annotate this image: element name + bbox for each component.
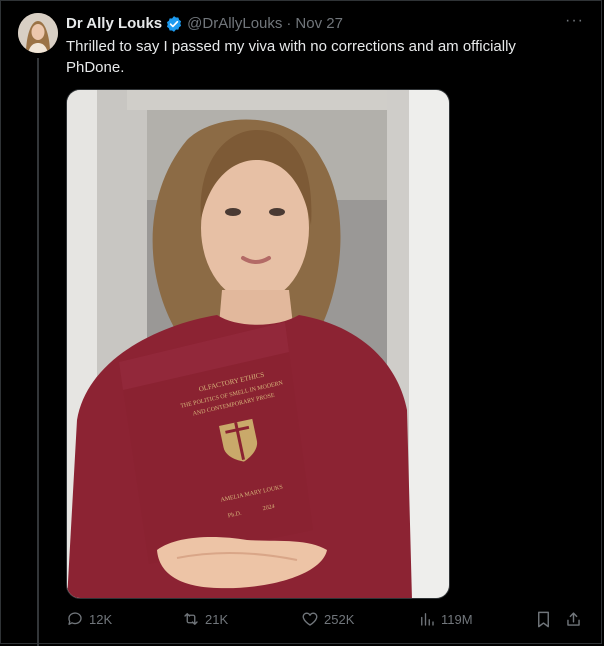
views-icon [421, 613, 434, 626]
tweet-header: Dr Ally Louks @DrAllyLouks · Nov 27 [66, 14, 343, 34]
views-button[interactable]: 119M [418, 610, 473, 628]
share-button[interactable] [564, 610, 583, 634]
tweet-photo[interactable]: OLFACTORY ETHICS THE POLITICS OF SMELL I… [66, 89, 450, 599]
avatar[interactable] [18, 13, 58, 53]
verified-badge-icon[interactable] [165, 15, 183, 33]
author-name[interactable]: Dr Ally Louks [66, 14, 162, 34]
thread-line [37, 58, 39, 646]
thesis-cover: OLFACTORY ETHICS THE POLITICS OF SMELL I… [119, 322, 313, 564]
heart-icon [302, 612, 318, 626]
photo-illustration: OLFACTORY ETHICS THE POLITICS OF SMELL I… [67, 90, 449, 598]
share-icon [567, 612, 580, 626]
bookmark-icon [538, 611, 549, 628]
tweet-text: Thrilled to say I passed my viva with no… [66, 38, 516, 76]
separator-dot: · [286, 15, 292, 32]
repost-icon [184, 613, 198, 625]
like-count: 252K [324, 611, 355, 627]
tweet-date[interactable]: Nov 27 [295, 14, 343, 34]
reply-icon [68, 612, 82, 625]
reply-button[interactable]: 12K [66, 610, 112, 628]
more-options-icon[interactable]: ··· [565, 12, 584, 30]
views-count: 119M [441, 611, 473, 627]
author-handle[interactable]: @DrAllyLouks [187, 14, 282, 34]
repost-button[interactable]: 21K [182, 610, 228, 628]
tweet-actions: 12K 21K 252K 119M [66, 610, 586, 634]
reply-count: 12K [89, 611, 113, 627]
like-button[interactable]: 252K [301, 610, 354, 628]
repost-count: 21K [205, 611, 229, 627]
bookmark-button[interactable] [534, 610, 553, 634]
